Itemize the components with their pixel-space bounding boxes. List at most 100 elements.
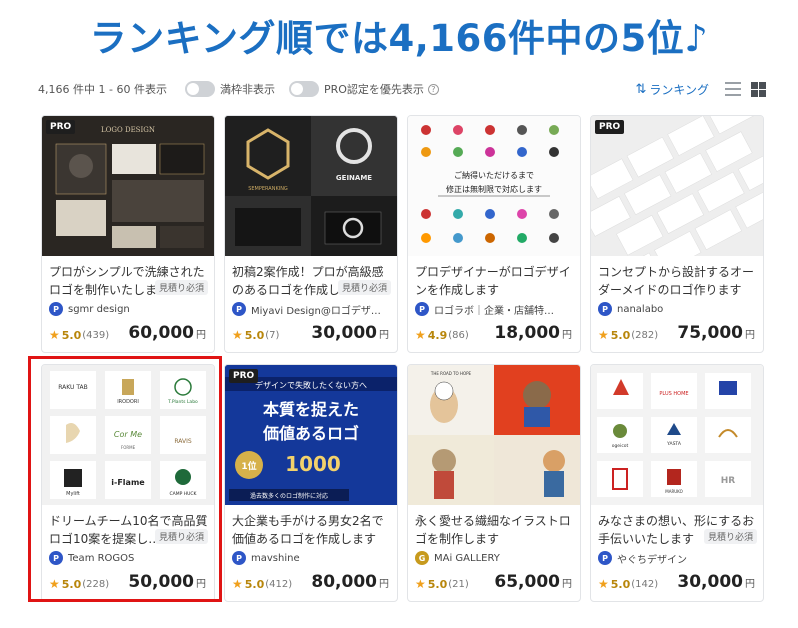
svg-text:過去数多くのロゴ制作に対応: 過去数多くのロゴ制作に対応 — [250, 492, 328, 500]
star-icon: ★ — [598, 577, 609, 591]
seller-name: mavshine — [251, 552, 300, 564]
card-title[interactable]: 大企業も手がける男女2名で価値あるロゴを作成します — [232, 512, 392, 548]
hide-full-label: 満枠非表示 — [219, 83, 275, 96]
svg-text:ご納得いただけるまで: ご納得いただけるまで — [454, 170, 534, 180]
card-title[interactable]: 永く愛せる繊細なイラストロゴを制作します — [415, 512, 575, 548]
svg-text:ogeicot: ogeicot — [612, 443, 629, 449]
card-thumbnail: THE ROAD TO HOPE — [408, 365, 580, 505]
thumbnail-blue-ad: デザインで失敗したくない方へ 本質を捉えた 価値あるロゴ 1位 1000 過去数… — [225, 365, 397, 505]
quote-required-badge: 見積り必須 — [154, 280, 208, 295]
sort-icon: ⇅ — [635, 81, 647, 97]
review-count: (282) — [631, 329, 659, 341]
rating-score: 5.0 — [427, 577, 448, 591]
seller-rank-icon: P — [232, 551, 246, 565]
card-title[interactable]: プロデザイナーがロゴデザインを作成します — [415, 263, 575, 299]
seller-info[interactable]: P やぐちデザイン — [598, 551, 758, 565]
thumbnail-business-cards — [591, 116, 763, 256]
rating: ★ 4.9 (86) — [415, 328, 469, 342]
seller-info[interactable]: G MAi GALLERY — [415, 551, 575, 565]
price: 60,000 円 — [128, 323, 206, 343]
sort-label: ランキング — [649, 82, 709, 97]
pro-priority-label: PRO認定を優先表示 — [323, 83, 424, 96]
help-icon[interactable]: ? — [427, 83, 439, 95]
pro-badge: PRO — [229, 369, 259, 383]
rating-score: 5.0 — [244, 328, 265, 342]
seller-rank-icon: P — [49, 302, 63, 316]
seller-name: MAi GALLERY — [434, 552, 500, 564]
svg-text:THE ROAD TO HOPE: THE ROAD TO HOPE — [430, 371, 472, 376]
svg-text:価値あるロゴ: 価値あるロゴ — [262, 424, 359, 443]
thumbnail-logo-design: LOGO DESIGN — [42, 116, 214, 256]
list-view-icon[interactable] — [725, 82, 741, 96]
ranking-headline: ランキング順では4,166件中の5位♪ — [89, 17, 709, 60]
service-card[interactable]: LOGO DESIGN PRO プロがシンプルで洗練されたロゴを制作いたします … — [41, 115, 215, 353]
seller-info[interactable]: P sgmr design — [49, 302, 209, 316]
card-thumbnail: デザインで失敗したくない方へ 本質を捉えた 価値あるロゴ 1位 1000 過去数… — [225, 365, 397, 505]
card-thumbnail — [591, 116, 763, 256]
card-thumbnail: ご納得いただけるまで 修正は無制限で対応します — [408, 116, 580, 256]
price: 65,000 円 — [494, 572, 572, 592]
svg-text:1位: 1位 — [241, 460, 256, 472]
rating-score: 5.0 — [610, 328, 631, 342]
thumbnail-luxury-logos: SEMPERANKING GEINAME — [225, 116, 397, 256]
rating: ★ 5.0 (142) — [598, 577, 658, 591]
rating: ★ 5.0 (412) — [232, 577, 292, 591]
rating: ★ 5.0 (7) — [232, 328, 279, 342]
rating: ★ 5.0 (439) — [49, 328, 109, 342]
card-thumbnail: PLUS HOME ogeicot YASTA MARUKO HR — [591, 365, 763, 505]
service-card[interactable]: SEMPERANKING GEINAME 初稿2案作成！プロが高級感のあるロゴを… — [224, 115, 398, 353]
review-count: (412) — [265, 578, 293, 590]
seller-rank-icon: G — [415, 551, 429, 565]
quote-required-badge: 見積り必須 — [337, 280, 391, 295]
seller-name: Miyavi Design@ロゴデザ… — [251, 305, 381, 317]
thumbnail-cat-illustrations: THE ROAD TO HOPE — [408, 365, 580, 505]
seller-info[interactable]: P nanalabo — [598, 302, 758, 316]
seller-info[interactable]: P mavshine — [232, 551, 392, 565]
star-icon: ★ — [49, 328, 60, 342]
review-count: (86) — [448, 329, 469, 341]
rating-score: 4.9 — [427, 328, 448, 342]
star-icon: ★ — [598, 328, 609, 342]
thumbnail-logo-tiles: PLUS HOME ogeicot YASTA MARUKO HR — [591, 365, 763, 505]
svg-text:SEMPERANKING: SEMPERANKING — [248, 186, 288, 192]
seller-name: やぐちデザイン — [617, 554, 687, 566]
star-icon: ★ — [232, 577, 243, 591]
service-card[interactable]: THE ROAD TO HOPE 永く愛せる繊細なイラストロゴを制作します G … — [407, 364, 581, 602]
seller-info[interactable]: P Miyavi Design@ロゴデザ… — [232, 302, 392, 316]
highlight-frame — [28, 356, 222, 602]
seller-name: sgmr design — [68, 303, 130, 315]
star-icon: ★ — [415, 577, 426, 591]
review-count: (21) — [448, 578, 469, 590]
service-card[interactable]: PRO コンセプトから設計するオーダーメイドのロゴ作ります P nanalabo… — [590, 115, 764, 353]
svg-text:デザインで失敗したくない方へ: デザインで失敗したくない方へ — [255, 380, 367, 390]
pro-priority-toggle[interactable]: PRO認定を優先表示 ? — [288, 81, 439, 97]
card-thumbnail: SEMPERANKING GEINAME — [225, 116, 397, 256]
grid-view-icon[interactable] — [751, 81, 766, 97]
seller-name: nanalabo — [617, 303, 664, 315]
seller-info[interactable]: P ロゴラボ｜企業・店舗特… — [415, 302, 575, 316]
service-card[interactable]: PLUS HOME ogeicot YASTA MARUKO HR みなさまの想… — [590, 364, 764, 602]
pro-priority-switch[interactable] — [288, 81, 319, 97]
price: 80,000 円 — [311, 572, 389, 592]
seller-rank-icon: P — [598, 551, 612, 565]
svg-text:PLUS HOME: PLUS HOME — [659, 391, 688, 397]
price: 30,000 円 — [677, 572, 755, 592]
hide-full-toggle[interactable]: 満枠非表示 — [184, 81, 275, 97]
service-card[interactable]: ご納得いただけるまで 修正は無制限で対応します プロデザイナーがロゴデザインを作… — [407, 115, 581, 353]
pro-badge: PRO — [595, 120, 625, 134]
rating-score: 5.0 — [61, 328, 82, 342]
rating: ★ 5.0 (282) — [598, 328, 658, 342]
svg-text:GEINAME: GEINAME — [336, 174, 372, 182]
pro-badge: PRO — [46, 120, 76, 134]
hide-full-switch[interactable] — [184, 81, 215, 97]
sort-ranking-button[interactable]: ⇅ ランキング — [635, 81, 709, 98]
service-card[interactable]: デザインで失敗したくない方へ 本質を捉えた 価値あるロゴ 1位 1000 過去数… — [224, 364, 398, 602]
card-title[interactable]: コンセプトから設計するオーダーメイドのロゴ作ります — [598, 263, 758, 299]
seller-name: ロゴラボ｜企業・店舗特… — [434, 305, 554, 317]
card-thumbnail: LOGO DESIGN — [42, 116, 214, 256]
rating: ★ 5.0 (21) — [415, 577, 469, 591]
svg-text:MARUKO: MARUKO — [665, 489, 682, 494]
rating-score: 5.0 — [610, 577, 631, 591]
results-toolbar: 4,166 件中 1 - 60 件表示 満枠非表示 PRO認定を優先表示 ? ⇅… — [38, 76, 766, 102]
review-count: (7) — [265, 329, 280, 341]
